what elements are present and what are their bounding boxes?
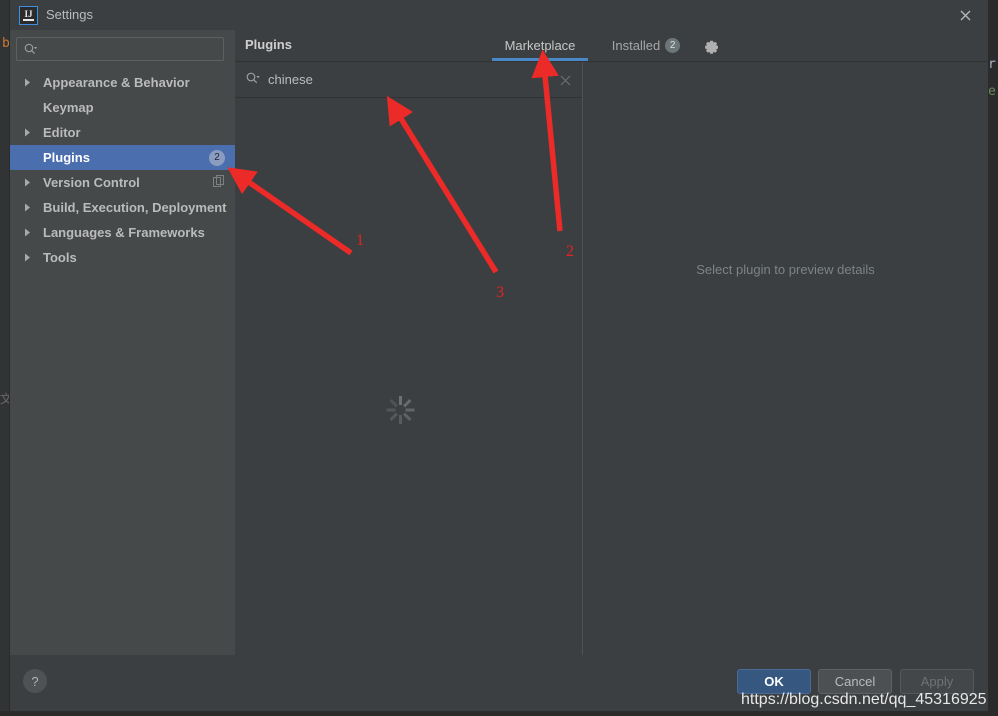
watermark-url: https://blog.csdn.net/qq_45316925 bbox=[741, 691, 987, 708]
plugin-results-list[interactable] bbox=[235, 98, 582, 655]
dialog-body: Appearance & Behavior Keymap Editor Plug… bbox=[10, 30, 988, 655]
close-icon[interactable] bbox=[952, 3, 978, 27]
editor-gutter bbox=[0, 0, 10, 711]
sidebar-item-appearance-behavior[interactable]: Appearance & Behavior bbox=[10, 70, 235, 95]
chevron-right-icon bbox=[24, 128, 34, 137]
sidebar-item-label: Plugins bbox=[43, 150, 90, 165]
sidebar-item-build-execution-deployment[interactable]: Build, Execution, Deployment bbox=[10, 195, 235, 220]
tab-badge: 2 bbox=[665, 38, 681, 53]
settings-category-tree: Appearance & Behavior Keymap Editor Plug… bbox=[10, 70, 235, 270]
window-title: Settings bbox=[46, 7, 93, 22]
search-icon bbox=[24, 43, 38, 61]
ok-button-label: OK bbox=[764, 674, 784, 689]
sidebar-search-input[interactable] bbox=[16, 37, 224, 61]
search-icon bbox=[246, 72, 261, 91]
plugin-search-value: chinese bbox=[268, 72, 313, 87]
plugin-detail-pane: Select plugin to preview details bbox=[583, 62, 988, 655]
sidebar-item-badge: 2 bbox=[209, 149, 225, 166]
tab-marketplace[interactable]: Marketplace bbox=[492, 30, 588, 61]
plugin-search-field[interactable]: chinese bbox=[235, 62, 582, 98]
sidebar-item-label: Tools bbox=[43, 250, 77, 265]
background-code-right-1: r bbox=[988, 57, 996, 72]
sidebar-item-plugins[interactable]: Plugins 2 bbox=[10, 145, 235, 170]
apply-button-label: Apply bbox=[920, 674, 954, 689]
gear-icon[interactable] bbox=[703, 37, 721, 55]
copy-icon bbox=[213, 174, 225, 192]
cancel-button-label: Cancel bbox=[834, 674, 876, 689]
sidebar-item-editor[interactable]: Editor bbox=[10, 120, 235, 145]
chevron-right-icon bbox=[24, 253, 34, 262]
plugins-header: Plugins Marketplace Installed 2 bbox=[235, 30, 988, 62]
tab-label: Marketplace bbox=[504, 38, 576, 53]
sidebar-item-version-control[interactable]: Version Control bbox=[10, 170, 235, 195]
help-label: ? bbox=[31, 673, 39, 689]
chevron-right-icon bbox=[24, 78, 34, 87]
sidebar-item-label: Appearance & Behavior bbox=[43, 75, 190, 90]
plugins-content-pane: Plugins Marketplace Installed 2 chinese … bbox=[235, 30, 988, 655]
sidebar-item-label: Version Control bbox=[43, 175, 140, 190]
settings-sidebar: Appearance & Behavior Keymap Editor Plug… bbox=[10, 30, 235, 655]
page-title: Plugins bbox=[245, 37, 292, 52]
chevron-right-icon bbox=[24, 228, 34, 237]
tab-installed[interactable]: Installed 2 bbox=[600, 30, 692, 61]
sidebar-item-tools[interactable]: Tools bbox=[10, 245, 235, 270]
sidebar-item-label: Editor bbox=[43, 125, 81, 140]
clear-icon[interactable] bbox=[560, 73, 571, 91]
sidebar-item-label: Keymap bbox=[43, 100, 94, 115]
background-code-right-2: e bbox=[988, 84, 996, 99]
dialog-title-bar: IJ Settings bbox=[10, 0, 988, 30]
help-icon[interactable]: ? bbox=[23, 669, 47, 693]
sidebar-item-keymap[interactable]: Keymap bbox=[10, 95, 235, 120]
chevron-right-icon bbox=[24, 178, 34, 187]
background-code-left: b bbox=[2, 36, 10, 51]
detail-placeholder-text: Select plugin to preview details bbox=[696, 262, 875, 277]
sidebar-item-label: Languages & Frameworks bbox=[43, 225, 205, 240]
spinner-icon bbox=[386, 396, 414, 424]
intellij-idea-logo-icon: IJ bbox=[19, 6, 38, 25]
tab-label: Installed bbox=[611, 38, 661, 53]
chevron-right-icon bbox=[24, 203, 34, 212]
sidebar-item-languages-frameworks[interactable]: Languages & Frameworks bbox=[10, 220, 235, 245]
settings-dialog: IJ Settings Appearance & Behavior Keymap… bbox=[10, 0, 988, 711]
sidebar-item-label: Build, Execution, Deployment bbox=[43, 200, 227, 215]
